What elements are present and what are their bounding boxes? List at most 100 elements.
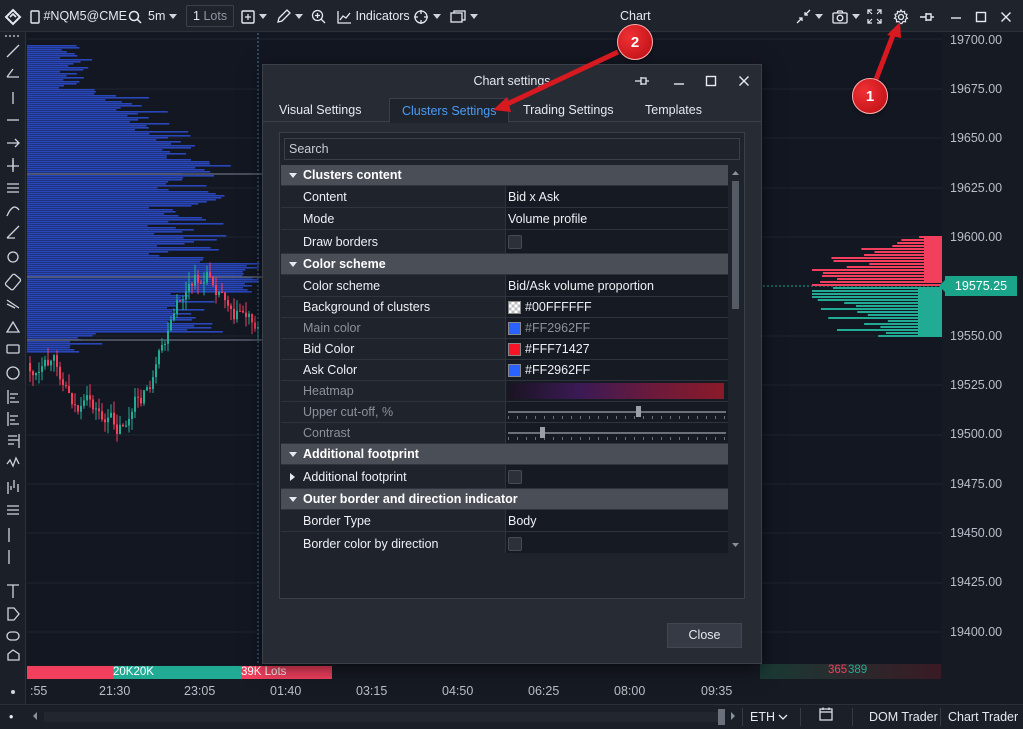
checkbox[interactable] xyxy=(508,536,522,551)
collapse-button[interactable] xyxy=(796,0,823,32)
candle-body xyxy=(161,344,163,351)
property-value[interactable]: #00FFFFFF xyxy=(505,297,728,317)
property-value[interactable]: Bid/Ask volume proportion xyxy=(505,275,728,296)
draw-tool-button[interactable] xyxy=(276,0,303,32)
section-header[interactable]: Outer border and direction indicator xyxy=(281,489,728,510)
search-input[interactable] xyxy=(284,138,740,160)
property-row[interactable]: Mode Volume profile xyxy=(281,208,728,230)
pin-dialog-button[interactable] xyxy=(631,70,653,92)
maximize-dialog-button[interactable] xyxy=(700,70,722,92)
layout-button[interactable] xyxy=(450,0,478,32)
scrollbar-thumb[interactable] xyxy=(732,181,739,309)
property-row[interactable]: Additional footprint xyxy=(281,465,728,489)
heatmap-gradient[interactable] xyxy=(508,383,724,399)
color-swatch[interactable] xyxy=(508,300,521,314)
slider[interactable] xyxy=(508,426,726,440)
property-row[interactable]: Main color #FF2962FF xyxy=(281,318,728,339)
property-row[interactable]: Color scheme Bid/Ask volume proportion xyxy=(281,275,728,297)
property-row[interactable]: Upper cut-off, % xyxy=(281,402,728,423)
property-row[interactable]: Content Bid x Ask xyxy=(281,186,728,208)
property-value[interactable]: Bid x Ask xyxy=(505,186,728,207)
property-row[interactable]: Bid Color #FFF71427 xyxy=(281,339,728,360)
property-value[interactable]: #FFF71427 xyxy=(505,339,728,359)
color-swatch[interactable] xyxy=(508,363,521,377)
property-row[interactable]: Border Type Body xyxy=(281,510,728,532)
slider-thumb[interactable] xyxy=(636,406,641,417)
close-dialog-button[interactable] xyxy=(733,70,755,92)
property-value[interactable]: #FF2962FF xyxy=(505,318,728,338)
property-row[interactable]: Draw borders xyxy=(281,230,728,254)
symbol-selector[interactable]: #NQM5@CME xyxy=(30,0,127,32)
candle-body xyxy=(71,393,73,405)
scroll-down-icon[interactable] xyxy=(729,539,742,551)
collapse-icon[interactable] xyxy=(289,497,297,502)
time-axis[interactable]: :55 21:30 23:05 01:40 03:15 04:50 06:25 … xyxy=(27,680,942,704)
minimize-dialog-button[interactable] xyxy=(668,70,690,92)
property-grid-scrollbar[interactable] xyxy=(729,165,742,553)
section-header[interactable]: Clusters content xyxy=(281,165,728,186)
lots-quantity-field[interactable]: 1 Lots xyxy=(186,5,235,27)
tab-visual-settings[interactable]: Visual Settings xyxy=(267,98,373,122)
chevron-down-icon xyxy=(815,14,823,20)
color-swatch[interactable] xyxy=(508,321,521,335)
property-value[interactable]: #FF2962FF xyxy=(505,360,728,380)
profile-bar xyxy=(27,87,60,89)
chart-trader-button[interactable]: Chart Trader xyxy=(948,705,1018,729)
collapse-icon[interactable] xyxy=(289,452,297,457)
account-selector[interactable]: ETH xyxy=(750,705,788,729)
chart-settings-button[interactable] xyxy=(893,0,909,32)
slider-thumb[interactable] xyxy=(540,427,545,438)
price-axis[interactable]: 19700.00 19675.00 19650.00 19625.00 1960… xyxy=(942,33,1023,704)
drawing-tool-icons[interactable] xyxy=(0,32,26,704)
slider[interactable] xyxy=(508,405,726,419)
property-row[interactable]: Border color by direction xyxy=(281,532,728,553)
crosshair-tool-button[interactable] xyxy=(241,0,267,32)
checkbox[interactable] xyxy=(508,234,522,249)
color-swatch[interactable] xyxy=(508,342,521,356)
calendar-button[interactable] xyxy=(819,705,833,729)
zoom-in-button[interactable] xyxy=(311,0,326,32)
minimize-button[interactable] xyxy=(950,0,962,32)
scrollbar-thumb[interactable] xyxy=(718,709,725,725)
section-header[interactable]: Color scheme xyxy=(281,254,728,275)
time-tick: 08:00 xyxy=(614,684,646,698)
expand-icon[interactable] xyxy=(290,472,295,481)
property-row[interactable]: Background of clusters #00FFFFFF xyxy=(281,297,728,318)
search-icon[interactable] xyxy=(128,0,142,32)
property-label: Border color by direction xyxy=(303,536,439,551)
timeframe-selector[interactable]: 5m xyxy=(148,0,178,32)
section-header[interactable]: Additional footprint xyxy=(281,444,728,465)
property-row[interactable]: Contrast xyxy=(281,423,728,444)
scroll-up-icon[interactable] xyxy=(729,167,742,179)
screenshot-button[interactable] xyxy=(832,0,860,32)
property-value[interactable] xyxy=(505,402,728,422)
scroll-right-icon[interactable] xyxy=(729,705,737,729)
property-value[interactable]: Volume profile xyxy=(505,208,728,229)
pin-window-button[interactable] xyxy=(919,0,935,32)
property-value[interactable] xyxy=(505,230,728,253)
property-value[interactable]: Body xyxy=(505,510,728,531)
collapse-icon[interactable] xyxy=(289,262,297,267)
dom-trader-button[interactable]: DOM Trader xyxy=(869,705,938,729)
object-tree-button[interactable] xyxy=(413,0,441,32)
close-window-button[interactable] xyxy=(1000,0,1012,32)
property-value[interactable] xyxy=(505,381,728,401)
collapse-icon[interactable] xyxy=(289,173,297,178)
tab-trading-settings[interactable]: Trading Settings xyxy=(511,98,626,122)
maximize-button[interactable] xyxy=(975,0,987,32)
time-tick: :55 xyxy=(30,684,48,698)
fullscreen-button[interactable] xyxy=(867,0,882,32)
scroll-left-icon[interactable] xyxy=(31,705,39,729)
candle-body xyxy=(86,395,88,401)
horizontal-scrollbar[interactable] xyxy=(44,712,724,722)
property-value[interactable] xyxy=(505,423,728,443)
indicators-button[interactable]: Indicators xyxy=(337,0,410,32)
tab-clusters-settings[interactable]: Clusters Settings xyxy=(389,98,510,123)
tab-templates[interactable]: Templates xyxy=(633,98,714,122)
property-row[interactable]: Ask Color #FF2962FF xyxy=(281,360,728,381)
property-row[interactable]: Heatmap xyxy=(281,381,728,402)
property-value[interactable] xyxy=(505,465,728,488)
close-button[interactable]: Close xyxy=(667,623,742,648)
checkbox[interactable] xyxy=(508,469,522,484)
property-value[interactable] xyxy=(505,532,728,553)
